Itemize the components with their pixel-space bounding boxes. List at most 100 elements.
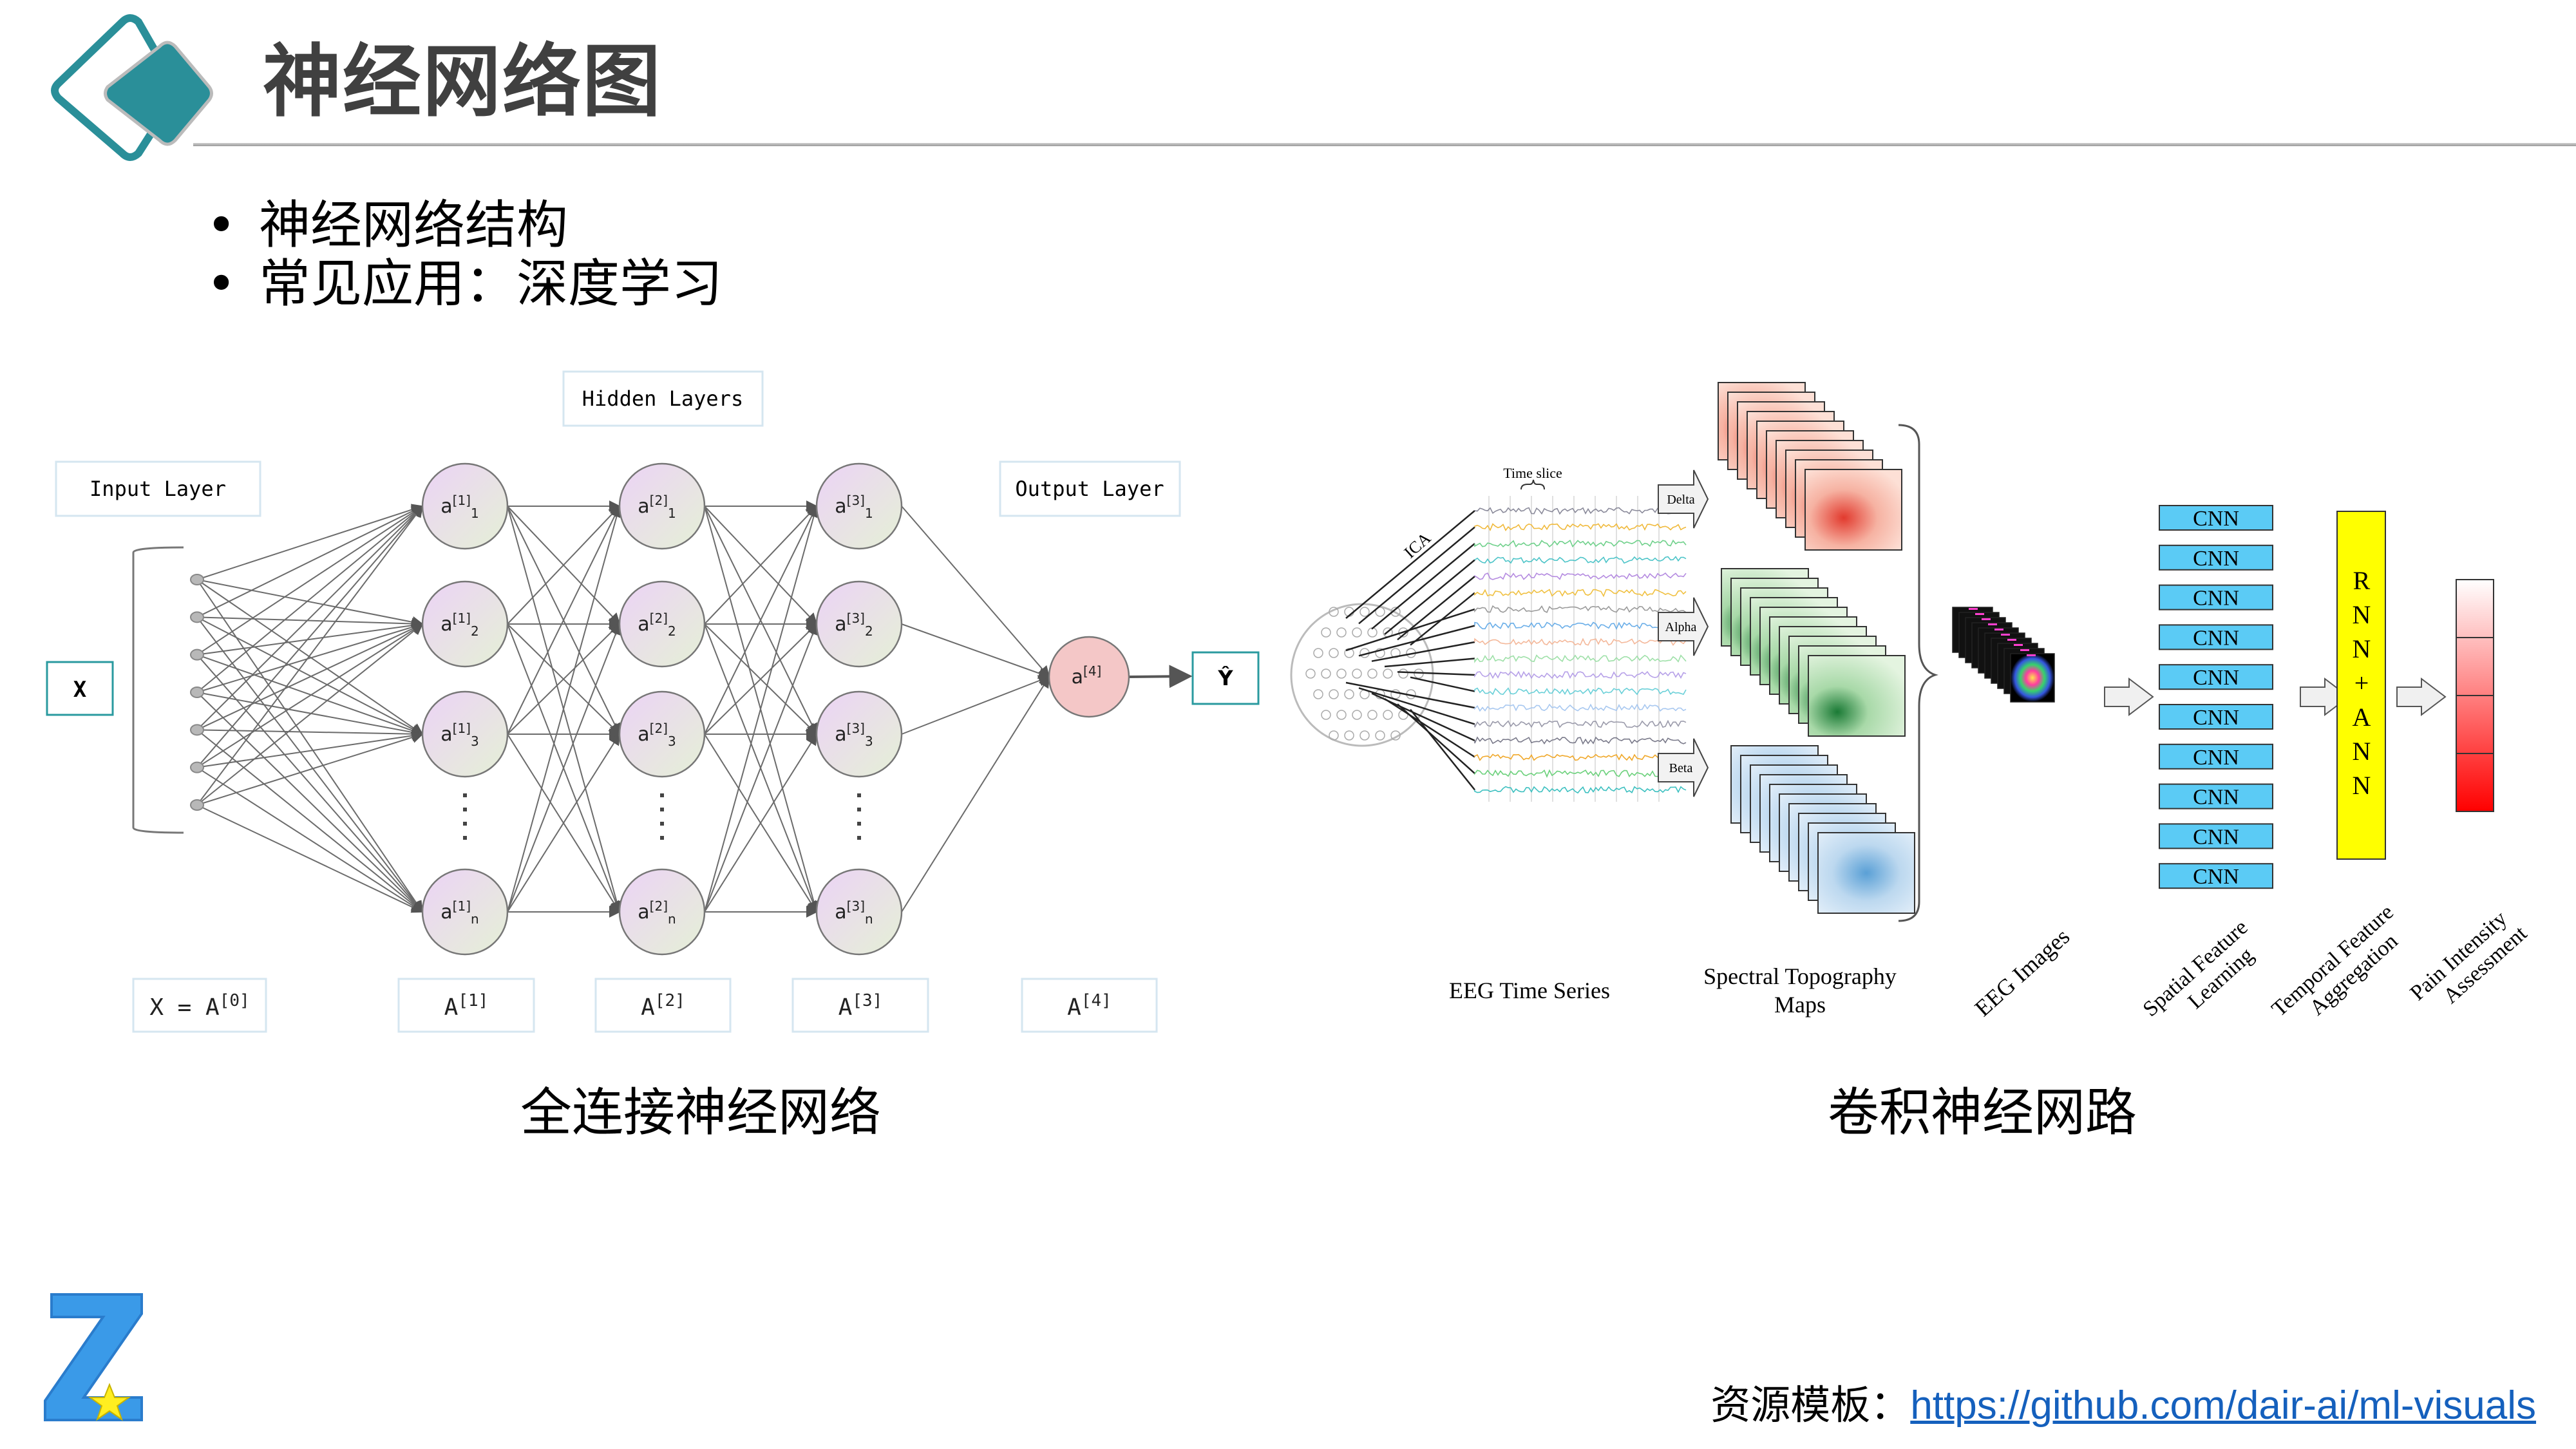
ellipsis-dot bbox=[857, 808, 861, 811]
cnn-label: CNN bbox=[2193, 587, 2239, 611]
hidden-node: a[1]1 bbox=[421, 462, 509, 550]
cnn-block: CNN bbox=[2159, 783, 2273, 810]
eeg-trace bbox=[1474, 605, 1687, 613]
band-arrow: Delta bbox=[1658, 469, 1709, 529]
eeg-trace bbox=[1474, 719, 1687, 728]
fully-connected-network-diagram: a[1]1 a[1]2 a[1]3 a[1]n a[2]1 a[2]2 a[2]3 a[2]n… bbox=[46, 370, 1260, 1033]
topography-stack-alpha bbox=[1721, 568, 1906, 737]
rnn-ann-letter: N bbox=[2353, 737, 2371, 766]
eeg-trace bbox=[1474, 539, 1687, 548]
ellipsis-dot bbox=[660, 822, 664, 826]
eeg-image-highlight bbox=[1994, 629, 2003, 630]
cnn-block: CNN bbox=[2159, 584, 2273, 611]
hidden-node: a[2]2 bbox=[618, 580, 706, 668]
hidden-node: a[2]1 bbox=[618, 462, 706, 550]
electrode bbox=[1313, 689, 1323, 699]
cnn-block: CNN bbox=[2159, 704, 2273, 730]
time-slice-brace bbox=[1520, 479, 1545, 490]
bullet-dot-icon: • bbox=[206, 254, 237, 314]
electrode bbox=[1359, 730, 1370, 741]
output-layer-label-box: Output Layer bbox=[999, 460, 1181, 517]
cnn-block: CNN bbox=[2159, 823, 2273, 849]
electrode bbox=[1329, 648, 1339, 658]
hidden-layers-label: Hidden Layers bbox=[582, 386, 743, 411]
bullet-text: 神经网络结构 bbox=[259, 195, 568, 255]
bullet-dot-icon: • bbox=[206, 195, 237, 255]
eeg-trace bbox=[1474, 638, 1687, 647]
eeg-trace bbox=[1474, 786, 1687, 794]
activation-label-row: X = A[0] A[1] A[2] A[3] A[4] bbox=[132, 978, 1158, 1033]
eeg-image-highlight bbox=[1988, 623, 1997, 625]
eeg-trace bbox=[1474, 703, 1687, 712]
eeg-trace bbox=[1474, 687, 1687, 696]
cnn-pipeline-diagram: ICA Time slice DeltaAlphaBeta CNNCNNCNNC… bbox=[1290, 382, 2532, 1021]
header-divider bbox=[193, 143, 2576, 146]
bullet-item: • 神经网络结构 bbox=[206, 194, 568, 256]
electrode bbox=[1321, 710, 1331, 720]
cnn-label: CNN bbox=[2193, 547, 2239, 571]
topography-stack-delta bbox=[1718, 382, 1902, 551]
edge bbox=[196, 505, 424, 693]
cnn-block: CNN bbox=[2159, 505, 2273, 531]
ica-line bbox=[1345, 510, 1475, 619]
input-layer-label: Input Layer bbox=[90, 477, 226, 501]
bullet-item: • 常见应用：深度学习 bbox=[206, 253, 723, 315]
x-input-box: X bbox=[46, 661, 114, 716]
activation-label-box: A[1] bbox=[397, 978, 535, 1033]
fc-network-caption: 全连接神经网络 bbox=[520, 1083, 881, 1142]
stage-arrows bbox=[2104, 677, 2447, 717]
eeg-head-electrode-map bbox=[1290, 603, 1434, 747]
edge bbox=[901, 506, 1050, 678]
rnn-ann-letter: A bbox=[2353, 703, 2371, 732]
electrode bbox=[1344, 689, 1354, 699]
cnn-block: CNN bbox=[2159, 544, 2273, 571]
y-hat-label: Ŷ bbox=[1217, 666, 1233, 690]
cnn-block: CNN bbox=[2159, 664, 2273, 690]
band-label: Beta bbox=[1669, 761, 1693, 775]
eeg-trace bbox=[1474, 556, 1687, 564]
spectral-maps-label-line2: Maps bbox=[1774, 992, 1826, 1018]
source-link[interactable]: https://github.com/dair-ai/ml-visuals bbox=[1910, 1383, 2536, 1428]
electrode bbox=[1367, 710, 1378, 720]
z-letter-icon bbox=[44, 1293, 143, 1421]
band-arrow: Beta bbox=[1658, 738, 1709, 797]
electrode bbox=[1398, 668, 1408, 679]
cnn-label: CNN bbox=[2193, 666, 2239, 690]
hidden-layers-label-box: Hidden Layers bbox=[562, 370, 764, 427]
stage-arrow bbox=[2396, 677, 2447, 717]
ica-label: ICA bbox=[1401, 529, 1435, 562]
ica-line bbox=[1371, 543, 1475, 630]
cnn-label: CNN bbox=[2193, 626, 2239, 650]
activation-label-box: X = A[0] bbox=[132, 978, 267, 1033]
hidden-node: a[3]1 bbox=[815, 462, 903, 550]
ellipsis-dot bbox=[857, 822, 861, 826]
ica-line bbox=[1410, 676, 1475, 692]
electrode bbox=[1336, 668, 1347, 679]
ica-line bbox=[1397, 703, 1475, 774]
rnn-ann-letter: N bbox=[2353, 771, 2371, 800]
source-footer: 资源模板：https://github.com/dair-ai/ml-visua… bbox=[1710, 1379, 2536, 1432]
edge bbox=[196, 506, 424, 656]
edge bbox=[901, 675, 1050, 735]
rnn-ann-letter: + bbox=[2354, 668, 2369, 697]
output-node: a[4] bbox=[1048, 636, 1130, 718]
header-diamond-logo bbox=[51, 14, 213, 161]
eeg-images-stack bbox=[1952, 607, 2055, 703]
z-star-logo bbox=[44, 1293, 143, 1421]
eeg-time-series-label: EEG Time Series bbox=[1449, 978, 1610, 1003]
ica-line bbox=[1384, 697, 1475, 758]
pain-intensity-bar bbox=[2456, 579, 2494, 812]
eeg-image-highlight bbox=[2007, 639, 2016, 641]
bullet-text: 常见应用：深度学习 bbox=[259, 254, 723, 314]
band-label: Alpha bbox=[1665, 620, 1697, 634]
cnn-label: CNN bbox=[2193, 825, 2239, 849]
eeg-image-highlight bbox=[2001, 634, 2010, 636]
edge bbox=[196, 654, 424, 737]
y-hat-output-box: Ŷ bbox=[1191, 651, 1260, 705]
spectral-maps-label-line1: Spectral Topography bbox=[1703, 963, 1897, 989]
hidden-node: a[1]3 bbox=[421, 690, 509, 778]
input-node bbox=[190, 649, 204, 661]
stage-arrow bbox=[2104, 677, 2154, 717]
electrode bbox=[1321, 668, 1331, 679]
band-arrows: Delta Alpha Beta bbox=[1658, 469, 1709, 797]
